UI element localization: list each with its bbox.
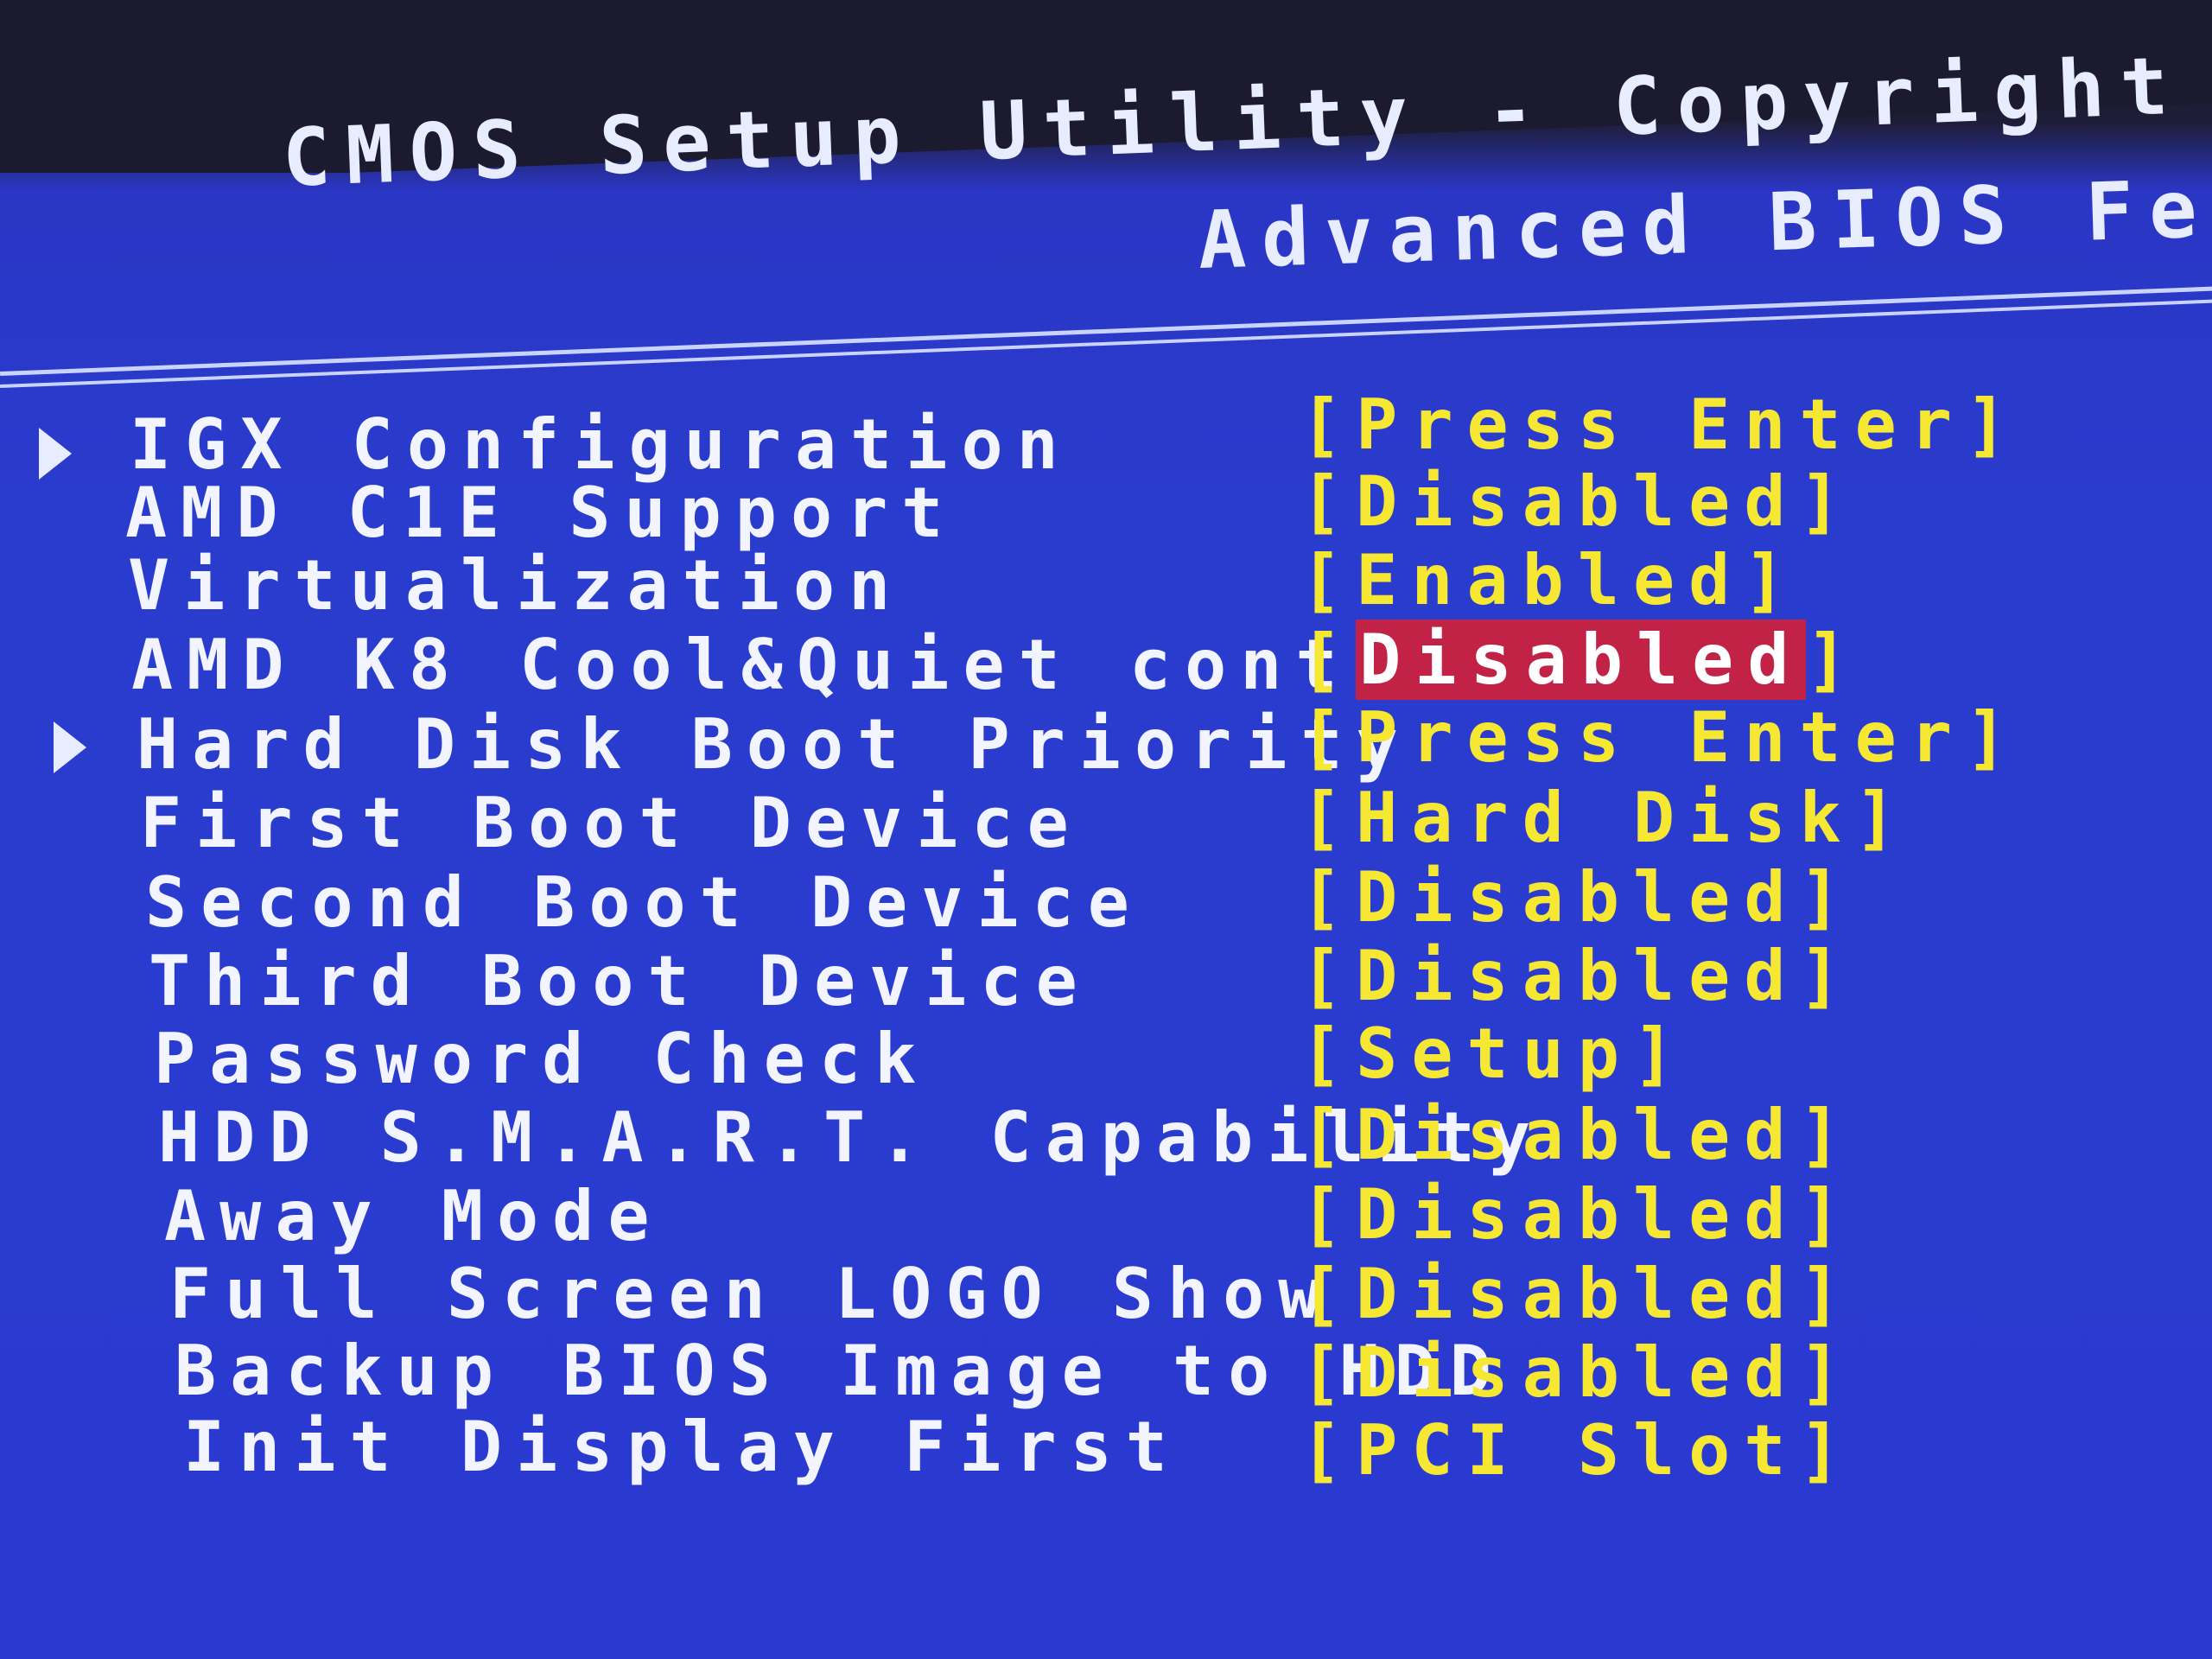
menu-item-value[interactable]: [Press Enter] (1300, 385, 2021, 465)
selected-value-highlight[interactable]: Disabled (1356, 620, 1807, 700)
menu-item-label: Password Check (154, 1019, 931, 1099)
value-text: Disabled (1356, 936, 1800, 1016)
menu-item-label: Away Mode (164, 1176, 664, 1256)
menu-item-value[interactable]: [Disabled] (1300, 461, 1855, 542)
menu-item-init-display-first[interactable]: Init Display First [PCI Slot] (0, 1407, 2212, 1503)
value-text: Disabled (1356, 857, 1800, 938)
submenu-arrow-icon (39, 428, 72, 480)
menu-item-value[interactable]: [Hard Disk] (1300, 778, 1910, 858)
header-divider (0, 285, 2212, 376)
value-text: Enabled (1356, 540, 1745, 620)
value-text: Disabled (1356, 1332, 1800, 1413)
menu-item-value[interactable]: [Disabled] (1300, 1095, 1855, 1175)
submenu-arrow-icon (54, 721, 86, 773)
menu-item-value[interactable]: [Disabled] (1300, 1254, 1855, 1334)
value-text: Press Enter (1356, 385, 1966, 465)
value-text: Press Enter (1356, 697, 1966, 778)
menu-item-value[interactable]: [Disabled] (1300, 936, 1855, 1016)
menu-item-label: Hard Disk Boot Priority (137, 704, 1412, 785)
menu-item-value[interactable]: [Press Enter] (1300, 697, 2021, 778)
menu-item-value[interactable]: [Disabled] (1300, 620, 1862, 700)
value-text: Hard Disk (1356, 778, 1855, 858)
value-text: Setup (1356, 1014, 1633, 1094)
menu-item-value[interactable]: [Enabled] (1300, 540, 1800, 620)
menu-item-label: AMD C1E Support (125, 473, 957, 553)
value-text: Disabled (1356, 461, 1800, 542)
menu-item-label: Virtualization (128, 545, 905, 626)
header-divider-inner (0, 298, 2212, 388)
value-text: Disabled (1356, 1095, 1800, 1175)
menu-item-label: Second Boot Device (145, 862, 1143, 943)
bios-screen: CMOS Setup Utility - Copyright (C) 1984-… (0, 0, 2212, 1659)
value-text: PCI Slot (1356, 1410, 1800, 1491)
page-title: Advanced BIOS Feature (1197, 152, 2212, 287)
menu-item-value[interactable]: [PCI Slot] (1300, 1410, 1855, 1491)
value-text: Disabled (1356, 1254, 1800, 1334)
value-text: Disabled (1356, 1174, 1800, 1255)
menu-item-label: Third Boot Device (149, 941, 1091, 1021)
menu-item-label: Init Display First (183, 1407, 1181, 1487)
menu-item-label: First Boot Device (140, 783, 1083, 863)
menu-item-value[interactable]: [Setup] (1300, 1014, 1688, 1094)
menu-item-label: Full Screen LOGO Show (169, 1254, 1334, 1334)
menu-item-value[interactable]: [Disabled] (1300, 1332, 1855, 1413)
menu-item-value[interactable]: [Disabled] (1300, 857, 1855, 938)
menu-item-value[interactable]: [Disabled] (1300, 1174, 1855, 1255)
